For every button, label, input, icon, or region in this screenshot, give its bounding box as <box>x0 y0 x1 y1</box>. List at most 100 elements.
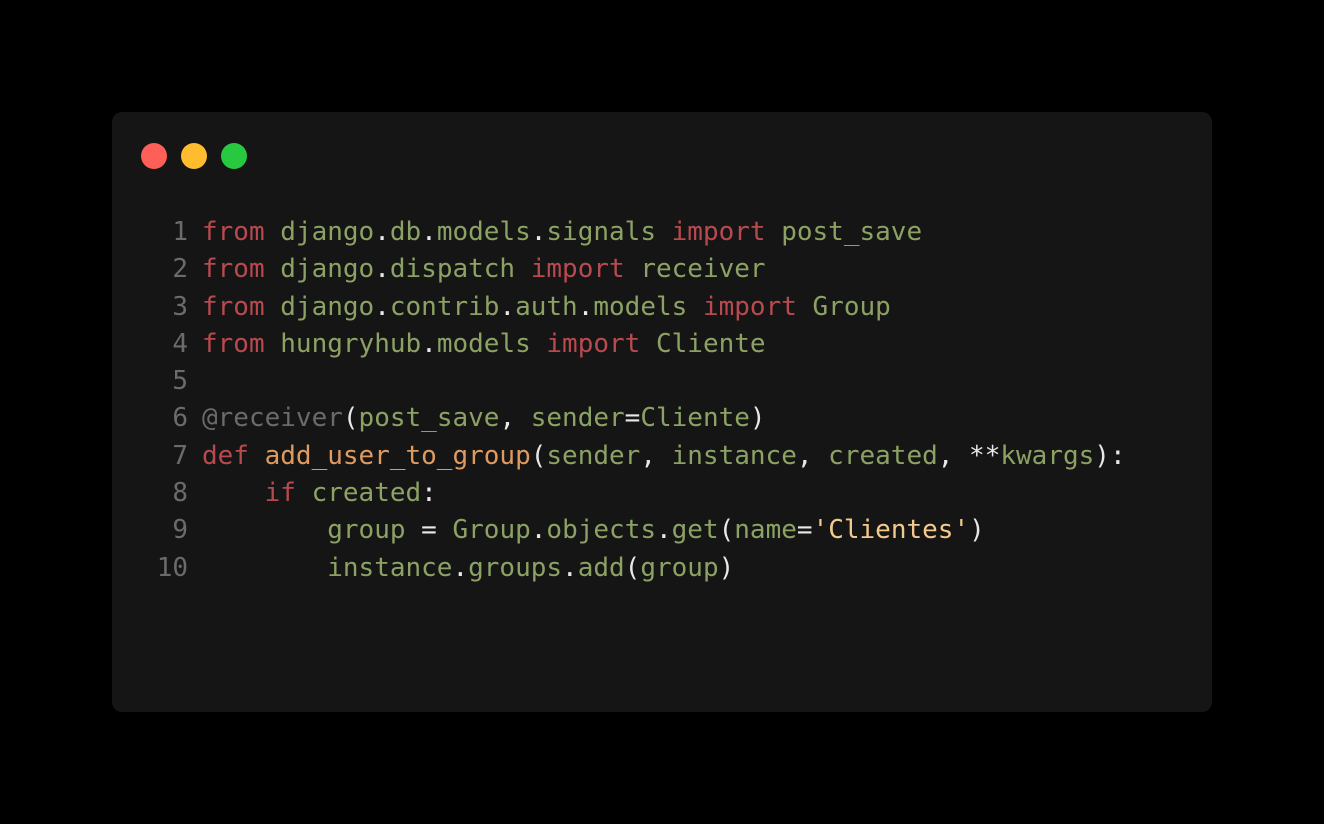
code-token: created <box>828 440 938 471</box>
code-line: 8 if created: <box>142 475 1126 512</box>
code-token: . <box>374 291 390 322</box>
code-token: . <box>421 217 437 247</box>
code-token: , <box>796 440 829 471</box>
code-token: = <box>624 403 641 434</box>
line-number: 7 <box>172 440 188 471</box>
line-number: 5 <box>172 366 188 397</box>
code-line: 5 <box>142 363 1126 400</box>
code-token: . <box>562 552 578 583</box>
code-token: name <box>734 515 797 546</box>
code-token: groups <box>468 552 563 583</box>
maximize-button[interactable] <box>221 143 247 169</box>
code-token: add_user_to_group <box>264 440 531 471</box>
code-token: import <box>671 217 766 247</box>
code-token: signals <box>546 217 656 247</box>
code-block: 1 from django.db.models.signals import po… <box>142 214 1126 587</box>
code-token: get <box>671 515 719 546</box>
code-token: instance <box>327 552 453 583</box>
code-token: Cliente <box>640 403 750 434</box>
code-token: . <box>374 217 390 247</box>
code-token: . <box>656 515 672 546</box>
code-token: auth <box>515 291 578 322</box>
line-number: 6 <box>172 403 188 434</box>
code-token: . <box>421 328 437 359</box>
code-token: import <box>546 328 641 359</box>
code-token: ) <box>718 552 735 583</box>
code-token: . <box>499 291 516 322</box>
code-token: . <box>530 217 547 247</box>
code-token: ): <box>1094 440 1126 471</box>
code-token: = <box>796 515 813 546</box>
line-content: @receiver(post_save, sender=Cliente) <box>202 400 766 437</box>
line-content: from django.dispatch import receiver <box>202 251 766 288</box>
line-number: 3 <box>172 291 188 322</box>
code-line: 6 @receiver(post_save, sender=Cliente) <box>142 400 1126 437</box>
code-token: models <box>436 328 531 359</box>
code-token: hungryhub <box>280 328 422 359</box>
code-line: 2 from django.dispatch import receiver <box>142 251 1126 288</box>
code-token: sender <box>546 440 641 471</box>
code-line: 4 from hungryhub.models import Cliente <box>142 326 1126 363</box>
code-token: from <box>202 254 265 285</box>
code-token: Group <box>452 515 531 546</box>
window-controls <box>141 143 247 169</box>
code-token: django <box>280 254 375 285</box>
code-token: models <box>593 291 688 322</box>
code-token: if <box>264 478 296 509</box>
code-token: models <box>436 217 531 247</box>
code-token: from <box>202 291 265 322</box>
close-button[interactable] <box>141 143 167 169</box>
code-token: kwargs <box>1000 440 1095 471</box>
code-token: ) <box>749 403 766 434</box>
code-token: receiver <box>640 254 766 285</box>
code-token: from <box>202 217 265 247</box>
line-number: 2 <box>172 254 188 285</box>
code-token: db <box>389 217 422 247</box>
line-content: from django.contrib.auth.models import G… <box>202 289 891 326</box>
code-token: Group <box>812 291 891 322</box>
line-content: group = Group.objects.get(name='Clientes… <box>202 512 985 549</box>
code-token: django <box>280 217 375 247</box>
code-token: objects <box>546 515 656 546</box>
code-token: . <box>577 291 594 322</box>
code-token: , ** <box>937 440 1001 471</box>
code-token: post_save <box>358 403 500 434</box>
code-token: ( <box>624 552 641 583</box>
minimize-button[interactable] <box>181 143 207 169</box>
code-token: , <box>499 403 531 434</box>
code-token: def <box>202 440 249 471</box>
code-token: , <box>640 440 672 471</box>
code-token: 'Clientes' <box>812 515 970 546</box>
line-number: 1 <box>172 217 188 247</box>
code-token: contrib <box>389 291 500 322</box>
code-token: ( <box>530 440 547 471</box>
code-token: . <box>452 552 469 583</box>
line-number: 10 <box>156 552 188 583</box>
code-token: import <box>530 254 625 285</box>
code-token: . <box>530 515 547 546</box>
code-token: @receiver <box>202 403 343 434</box>
line-content: instance.groups.add(group) <box>202 550 734 587</box>
code-token: post_save <box>781 217 923 247</box>
line-content: from hungryhub.models import Cliente <box>202 326 766 363</box>
code-token: from <box>202 328 265 359</box>
code-token: ) <box>969 515 985 546</box>
line-content: from django.db.models.signals import pos… <box>202 214 922 251</box>
code-token: django <box>280 291 375 322</box>
code-token: created <box>311 478 422 509</box>
line-number: 8 <box>172 478 188 509</box>
code-token: ( <box>342 403 359 434</box>
